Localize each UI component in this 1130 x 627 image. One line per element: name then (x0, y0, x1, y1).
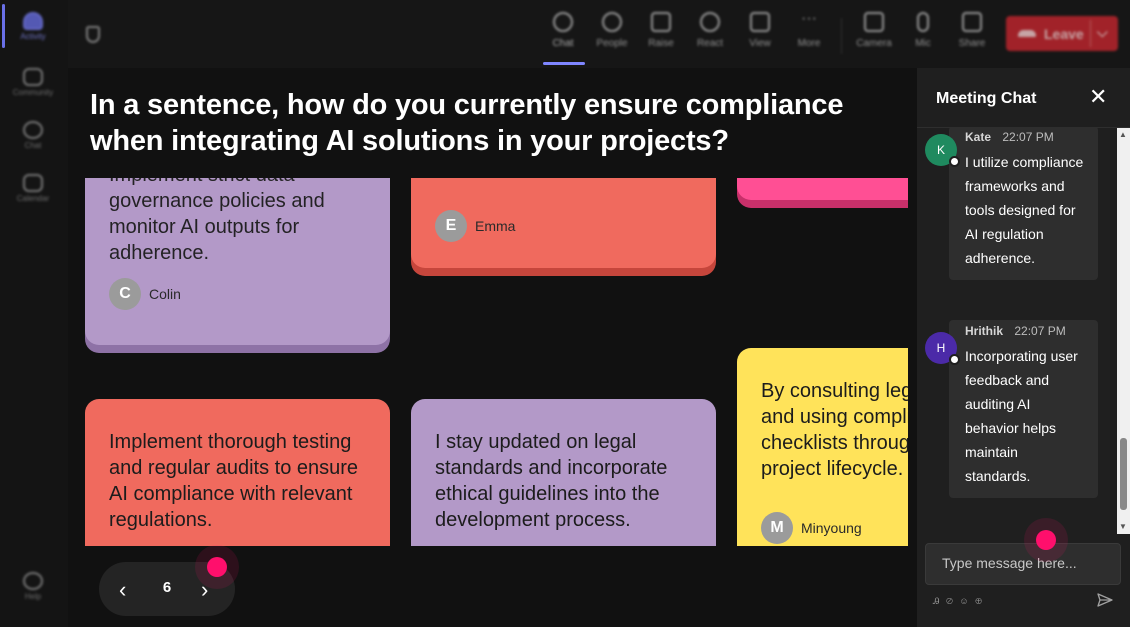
avatar: H (925, 332, 960, 365)
scrollbar-thumb[interactable] (1120, 438, 1127, 510)
toolbar-view-button[interactable]: View (738, 12, 782, 49)
message-meta: Hrithik 22:07 PM (965, 324, 1084, 338)
chat-message: Hrithik 22:07 PM Incorporating user feed… (949, 320, 1098, 498)
meeting-toolbar: Chat People Raise React View ··· More Ca… (68, 0, 1130, 68)
message-input[interactable]: Type message here... (925, 543, 1121, 585)
share-icon (962, 12, 982, 32)
rail-item-help[interactable]: Help (0, 572, 66, 601)
toolbar-separator (841, 18, 842, 54)
chat-message: Kate 22:07 PM I utilize compliance frame… (949, 128, 1098, 280)
more-icon: ··· (801, 10, 817, 27)
message-author: Hrithik (965, 324, 1004, 338)
view-icon (750, 12, 770, 32)
rail-item-activity[interactable]: Activity (0, 12, 66, 41)
message-author: Kate (965, 130, 992, 144)
avatar: C (109, 278, 141, 310)
toolbar-share-button[interactable]: Share (950, 12, 994, 49)
presence-status-icon (949, 354, 960, 365)
chevron-down-icon[interactable]: ⌵ (1097, 24, 1108, 41)
chat-scrollbar[interactable]: ▲ ▼ (1117, 128, 1130, 534)
chat-message-list: Kate 22:07 PM I utilize compliance frame… (917, 128, 1117, 534)
card-author: E Emma (435, 210, 515, 242)
next-page-button[interactable]: › (201, 577, 208, 603)
scroll-up-icon[interactable]: ▲ (1119, 130, 1127, 139)
rail-item-chat[interactable]: Chat (0, 121, 66, 150)
camera-icon (864, 12, 884, 32)
mic-icon (917, 12, 929, 32)
chat-title: Meeting Chat (936, 90, 1037, 107)
close-icon[interactable]: ✕ (1089, 86, 1107, 108)
toolbar-mic-button[interactable]: Mic (901, 12, 945, 49)
shared-stage: In a sentence, how do you currently ensu… (68, 68, 917, 627)
message-time: 22:07 PM (1002, 130, 1054, 144)
page-number: 6 (162, 579, 172, 596)
message-meta: Kate 22:07 PM (965, 130, 1084, 144)
card-author: M Minyoung (761, 512, 862, 544)
response-card[interactable]: Implement strict data governance policie… (85, 178, 390, 345)
avatar: E (435, 210, 467, 242)
send-icon[interactable] (1097, 592, 1113, 608)
toolbar-more-button[interactable]: ··· More (787, 10, 831, 50)
toolbar-chat-button[interactable]: Chat (541, 12, 585, 49)
chat-header: Meeting Chat ✕ (917, 68, 1130, 128)
message-body: I utilize compliance frameworks and tool… (965, 154, 1084, 266)
phone-hangup-icon (1018, 30, 1036, 37)
card-text: I stay updated on legal standards and in… (435, 431, 668, 531)
response-card[interactable]: E Emma (411, 178, 716, 268)
response-card[interactable] (737, 178, 908, 200)
toolbar-raise-button[interactable]: Raise (639, 12, 683, 49)
scroll-down-icon[interactable]: ▼ (1119, 522, 1127, 531)
response-card[interactable]: Implement thorough testing and regular a… (85, 399, 390, 546)
raise-hand-icon (651, 12, 671, 32)
calendar-icon (23, 174, 43, 192)
leave-button[interactable]: Leave ⌵ (1006, 16, 1118, 51)
avatar: K (925, 134, 960, 167)
react-icon (700, 12, 720, 32)
community-icon (23, 68, 43, 86)
cursor-highlight (207, 557, 227, 577)
card-author: C Colin (109, 278, 181, 310)
chat-icon (23, 121, 43, 139)
toolbar-people-button[interactable]: People (590, 12, 634, 49)
response-card[interactable]: I stay updated on legal standards and in… (411, 399, 716, 546)
presence-status-icon (949, 156, 960, 167)
avatar: M (761, 512, 793, 544)
bell-icon (23, 12, 43, 30)
toolbar-react-button[interactable]: React (688, 12, 732, 49)
people-icon (602, 12, 622, 32)
question-title: In a sentence, how do you currently ensu… (90, 89, 844, 157)
cursor-highlight (1036, 530, 1056, 550)
meeting-chat-panel: Meeting Chat ✕ Kate 22:07 PM I utilize c… (917, 68, 1130, 627)
message-time: 22:07 PM (1014, 324, 1066, 338)
card-text: Implement strict data governance policie… (109, 178, 325, 264)
chat-icon (553, 12, 573, 32)
rail-item-calendar[interactable]: Calendar (0, 174, 66, 203)
card-text: Implement thorough testing and regular a… (109, 431, 359, 531)
shield-icon (86, 26, 100, 43)
toolbar-camera-button[interactable]: Camera (852, 12, 896, 49)
format-icons[interactable]: Ꭿ ⊘ ☺ ⊕ (933, 596, 984, 607)
active-tab-underline (543, 62, 585, 65)
response-cards: Implement strict data governance policie… (68, 178, 908, 546)
leave-divider (1090, 20, 1091, 47)
app-rail: Activity Community Chat Calendar Help (0, 0, 68, 627)
help-icon (23, 572, 43, 590)
response-card[interactable]: By consulting leg and using compli check… (737, 348, 908, 546)
card-text: By consulting leg and using compli check… (761, 380, 908, 480)
rail-item-community[interactable]: Community (0, 68, 66, 97)
message-body: Incorporating user feedback and auditing… (965, 348, 1078, 484)
